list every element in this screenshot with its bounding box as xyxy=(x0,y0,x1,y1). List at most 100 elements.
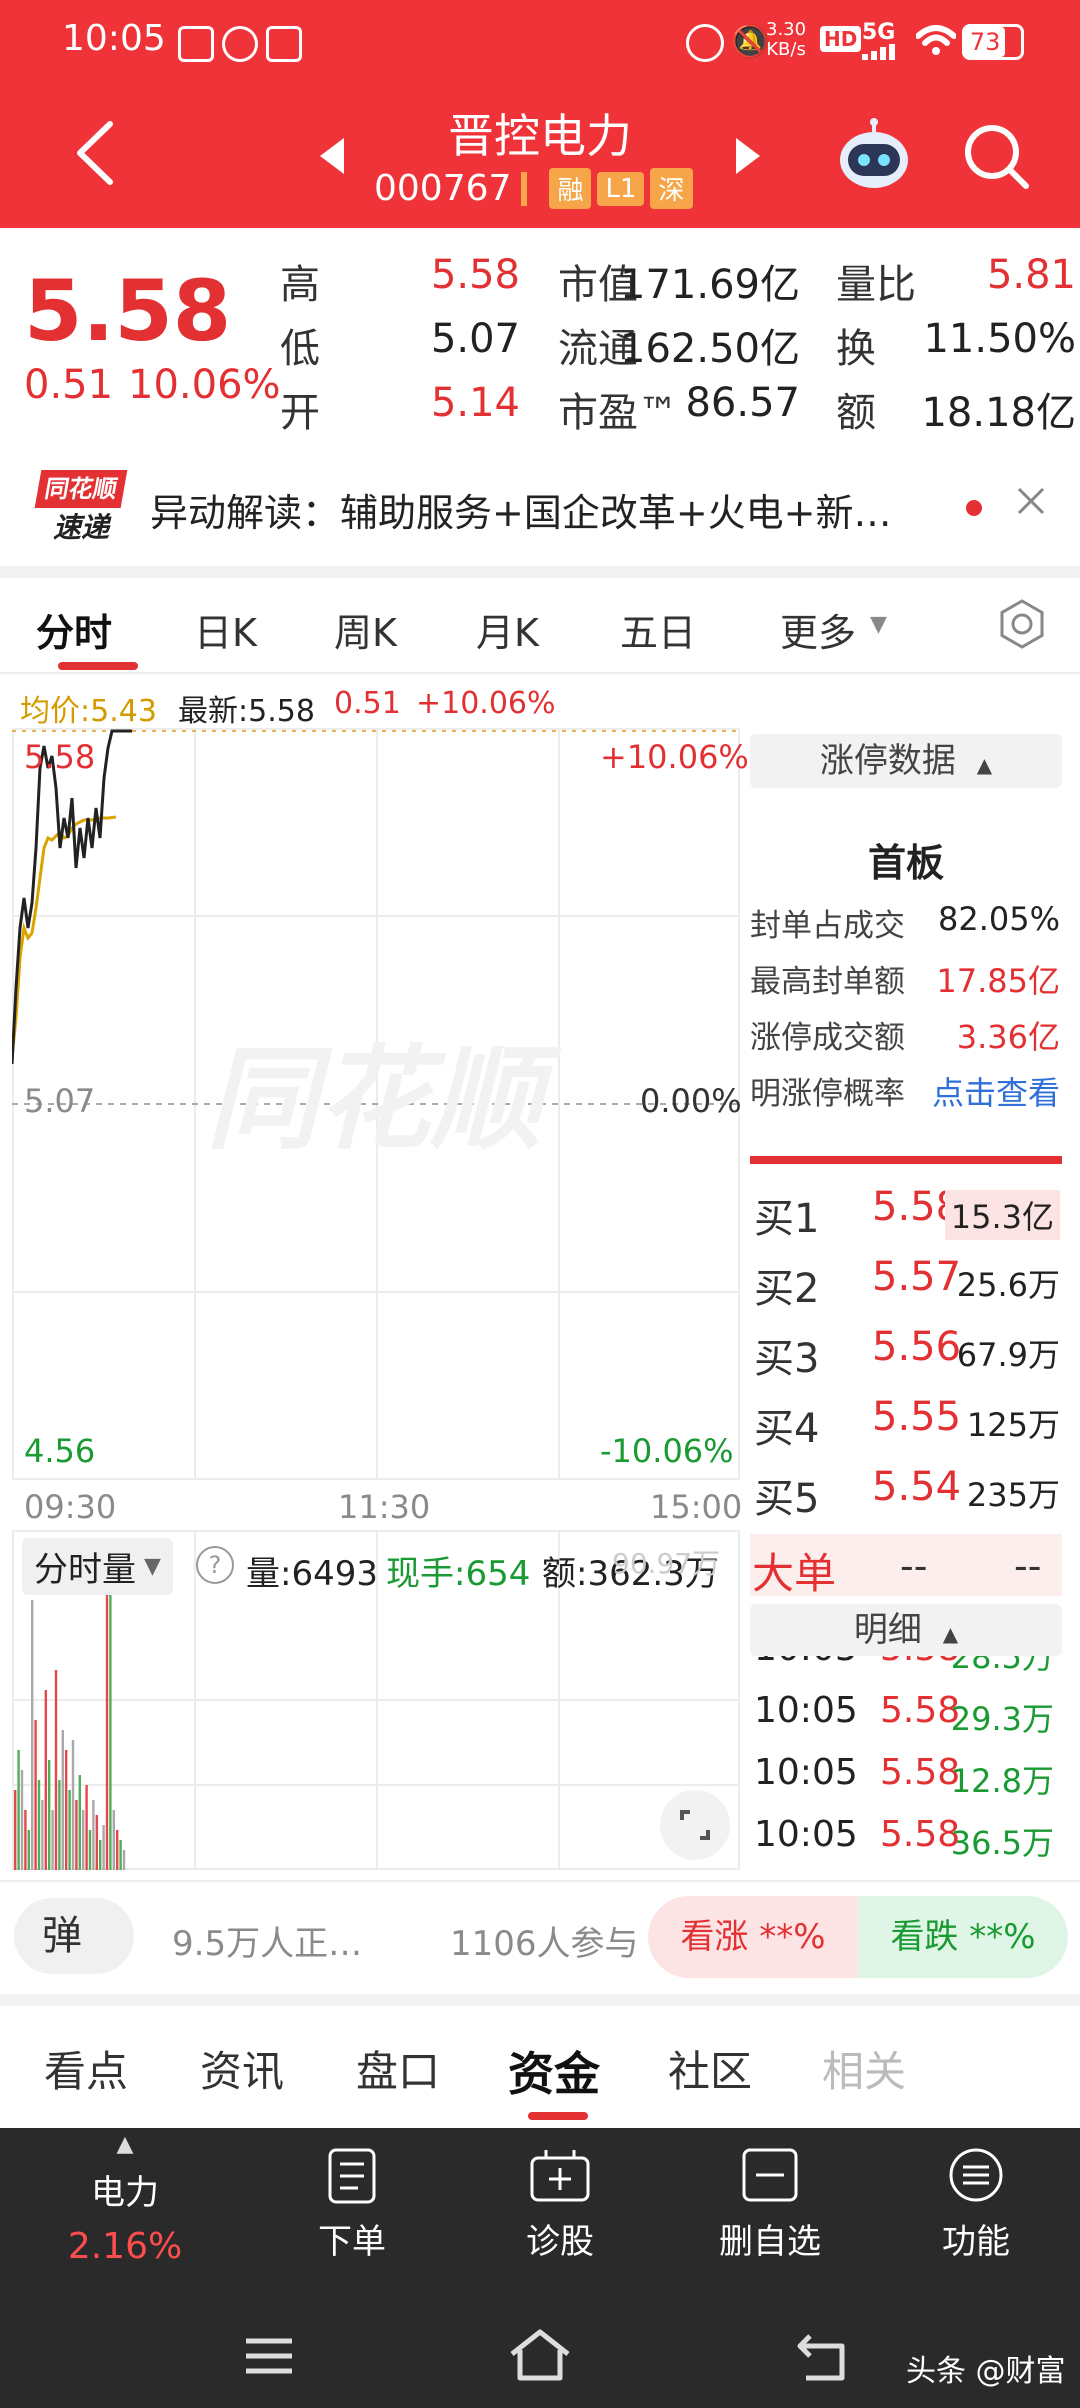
bottom-tab[interactable]: 社区 xyxy=(668,2038,752,2099)
trade-price: 5.58 xyxy=(880,1656,960,1669)
diagnose-icon xyxy=(530,2150,590,2202)
danmu-button[interactable]: 弹 xyxy=(14,1898,134,1974)
wifi-icon xyxy=(915,24,957,60)
price-chart-svg: 同花顺 xyxy=(10,728,740,1480)
divider xyxy=(0,1880,1080,1882)
stat-value: 162.50亿 xyxy=(620,326,800,372)
order-book-row[interactable]: 买2 5.57 25.6万 xyxy=(750,1250,1062,1314)
axis-low-pct: -10.06% xyxy=(600,1432,734,1470)
stat-value: 18.18亿 xyxy=(921,390,1076,436)
function-button[interactable]: 功能 xyxy=(916,2146,1036,2263)
home-icon[interactable] xyxy=(508,2328,572,2386)
volume-bar xyxy=(78,1775,81,1870)
bid-price: 5.57 xyxy=(872,1254,962,1300)
header: 10:05 🔕 3.30 KB/s HD 5G 73 晋控电力 000767 融 … xyxy=(0,0,1080,228)
news-banner[interactable]: 同花顺 速递 异动解读：辅助服务+国企改革+火电+新… xyxy=(0,456,1080,560)
chart-tab[interactable]: 分时 xyxy=(36,602,112,657)
menu-icon[interactable] xyxy=(244,2336,294,2380)
order-label: 下单 xyxy=(318,2222,386,2262)
volume-bar xyxy=(112,1810,115,1870)
unread-dot xyxy=(966,500,982,516)
bottom-nav: ▲ 电力 2.16% 下单 诊股 删自选 功能 头条 @财富 xyxy=(0,2128,1080,2408)
net-speed: 3.30 KB/s xyxy=(766,19,807,60)
volume-bar xyxy=(54,1670,58,1870)
back-nav-icon[interactable] xyxy=(796,2332,850,2386)
prev-stock-button[interactable] xyxy=(316,136,346,180)
chart-tab[interactable]: 月K xyxy=(476,602,539,657)
stat-label: 开 xyxy=(280,390,320,436)
bid-level: 买2 xyxy=(754,1266,820,1312)
trade-volume: 36.5万 xyxy=(950,1824,1054,1862)
bottom-tab[interactable]: 资讯 xyxy=(200,2038,284,2099)
volume-selector[interactable]: 分时量 ▼ xyxy=(22,1538,173,1595)
big-order-row[interactable]: 大单 -- -- xyxy=(750,1534,1062,1598)
stat-value: 5.14 xyxy=(430,380,520,426)
detail-header[interactable]: 明细 ▲ xyxy=(750,1604,1062,1656)
limit-data-title: 涨停数据 xyxy=(819,741,956,781)
back-button[interactable] xyxy=(70,118,120,192)
chart-tab[interactable]: 周K xyxy=(334,602,397,657)
bullish-button[interactable]: 看涨 **% xyxy=(648,1896,858,1978)
remove-watchlist-button[interactable]: 删自选 xyxy=(700,2146,840,2263)
chart-tab[interactable]: 日K xyxy=(194,602,257,657)
stat-label: 市盈™ xyxy=(558,390,678,436)
app-notification-icon xyxy=(222,26,258,62)
volume-bar xyxy=(41,1800,44,1870)
volume-bar xyxy=(44,1690,47,1870)
stat-label: 额 xyxy=(836,390,876,436)
time-end: 15:00 xyxy=(650,1488,743,1526)
volume-bar xyxy=(27,1830,30,1870)
axis-high-price: 5.58 xyxy=(24,738,96,776)
time-start: 09:30 xyxy=(24,1488,117,1526)
limit-data-header[interactable]: 涨停数据 ▲ xyxy=(750,734,1062,788)
big-order-value-2: -- xyxy=(1014,1544,1042,1588)
stat-label: 量比 xyxy=(836,262,916,308)
detail-list[interactable]: 10:055.5828.5万10:055.5829.3万10:055.5812.… xyxy=(750,1656,1070,1870)
chevron-up-icon: ▲ xyxy=(942,1622,959,1646)
volume-bar xyxy=(14,1790,17,1870)
diagnose-button[interactable]: 诊股 xyxy=(500,2146,620,2263)
volume-bar xyxy=(119,1840,122,1870)
bottom-tab[interactable]: 资金 xyxy=(508,2038,600,2104)
price-chart[interactable]: 同花顺 xyxy=(10,728,740,1480)
trade-row: 10:05 5.58 29.3万 xyxy=(750,1680,1070,1742)
axis-mid-price: 5.07 xyxy=(24,1082,96,1120)
close-icon[interactable] xyxy=(1016,486,1046,520)
sector-button[interactable]: ▲ 电力 2.16% xyxy=(40,2132,210,2332)
bottom-tab[interactable]: 盘口 xyxy=(356,2038,440,2099)
alarm-icon xyxy=(686,24,724,62)
bearish-button[interactable]: 看跌 **% xyxy=(858,1896,1068,1978)
limit-row-value[interactable]: 点击查看 xyxy=(932,1068,1060,1114)
chart-tab[interactable]: 更多 xyxy=(780,602,856,657)
status-time: 10:05 xyxy=(62,18,166,59)
search-icon[interactable] xyxy=(962,122,1032,196)
bid-price: 5.54 xyxy=(872,1464,962,1510)
next-stock-button[interactable] xyxy=(734,136,764,180)
volume-bar xyxy=(122,1850,126,1870)
trade-price: 5.58 xyxy=(880,1752,961,1793)
volume-bar xyxy=(85,1785,88,1870)
order-button[interactable]: 下单 xyxy=(292,2146,412,2263)
signal-label: 5G xyxy=(862,20,896,45)
volume-bar xyxy=(61,1730,64,1870)
order-icon xyxy=(328,2148,376,2204)
trade-row: 10:05 5.5828.5万 xyxy=(750,1656,1070,1680)
limit-row-label: 明涨停概率 xyxy=(750,1076,905,1112)
fullscreen-button[interactable] xyxy=(660,1790,730,1860)
bottom-tab[interactable]: 相关 xyxy=(822,2038,906,2099)
robot-assistant-icon[interactable] xyxy=(836,118,912,198)
settings-icon[interactable] xyxy=(996,598,1048,654)
order-book-row[interactable]: 买5 5.54 235万 xyxy=(750,1460,1062,1524)
volume-bar xyxy=(82,1810,85,1870)
order-book-row[interactable]: 买1 5.58 15.3亿 xyxy=(750,1180,1062,1244)
help-icon[interactable]: ? xyxy=(196,1546,234,1584)
chart-tab[interactable]: 五日 xyxy=(620,602,696,657)
order-book-row[interactable]: 买4 5.55 125万 xyxy=(750,1390,1062,1454)
stat-label: 换 xyxy=(836,326,876,372)
chevron-down-icon: ▼ xyxy=(144,1554,161,1579)
ths-logo: 同花顺 速递 xyxy=(34,470,128,546)
limit-row-value: 82.05% xyxy=(937,900,1060,938)
volume-bar xyxy=(37,1780,41,1870)
order-book-row[interactable]: 买3 5.56 67.9万 xyxy=(750,1320,1062,1384)
bottom-tab[interactable]: 看点 xyxy=(44,2038,128,2099)
